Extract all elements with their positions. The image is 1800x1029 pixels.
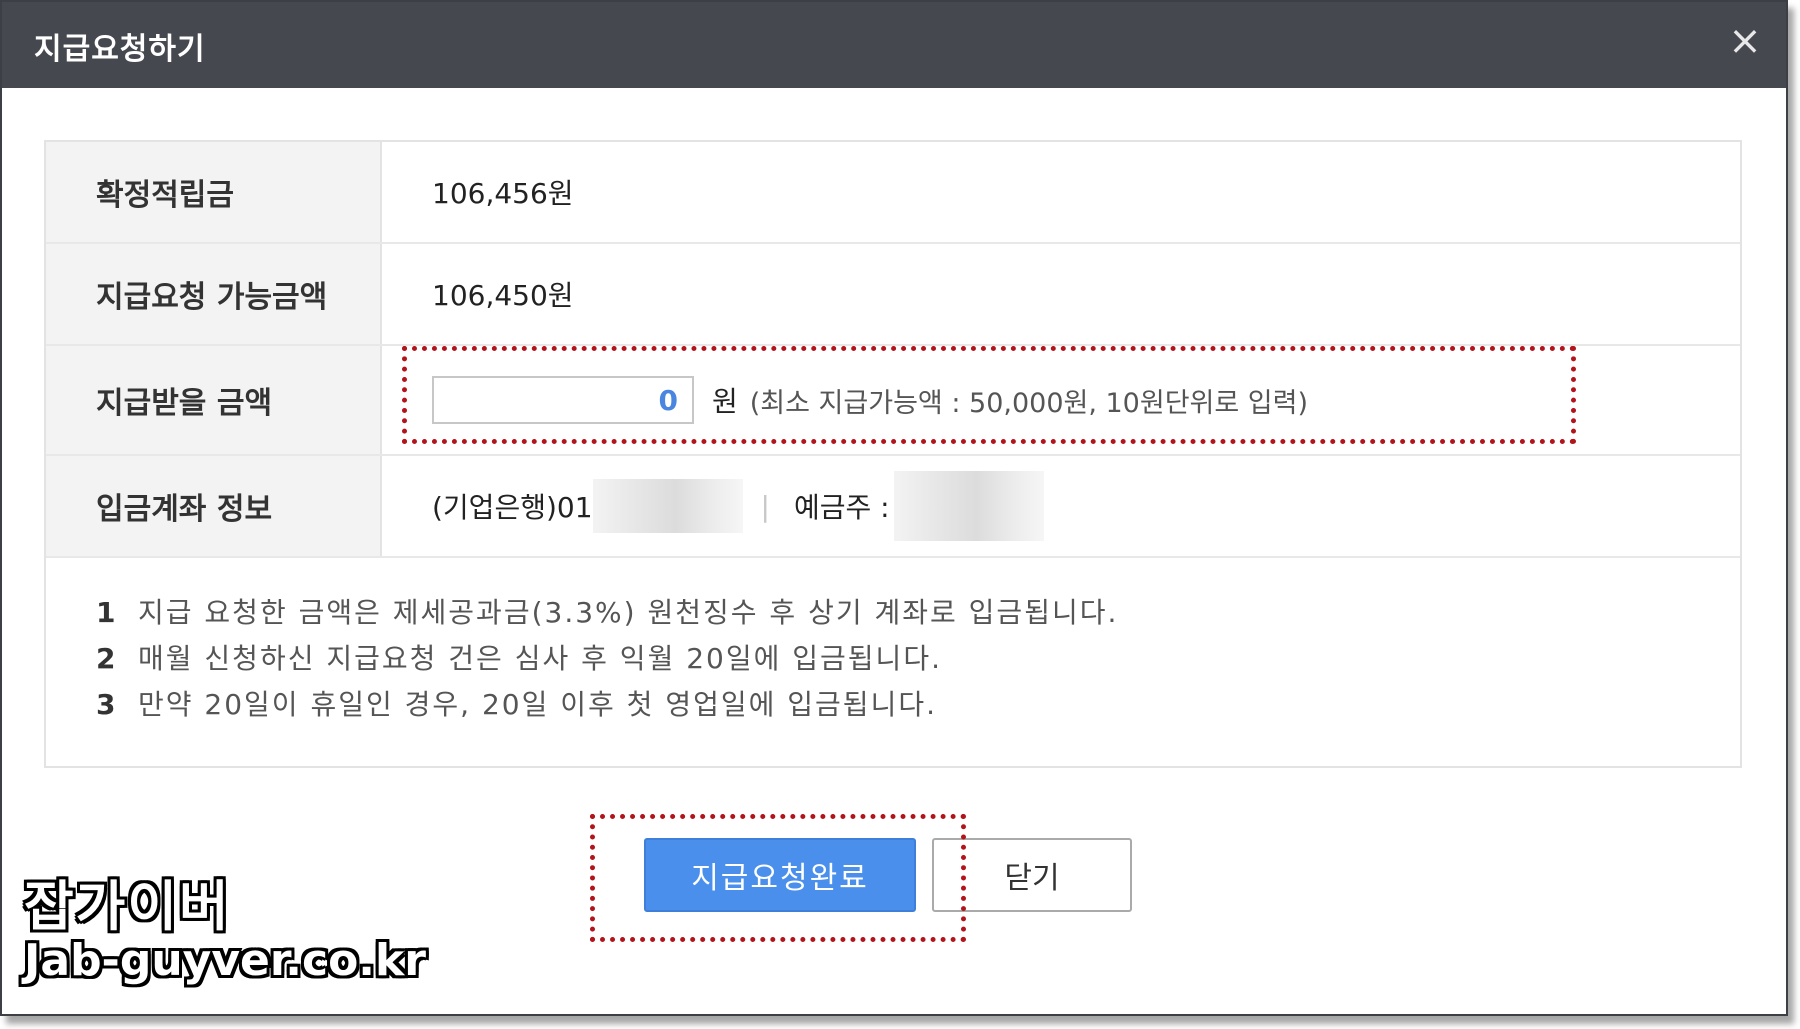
dialog-title: 지급요청하기 [34,32,206,67]
payout-info-table: 확정적립금 106,456원 지급요청 가능금액 106,450원 지급받을 금… [44,140,1742,768]
watermark-title: 잡가이버 [24,875,231,938]
available-amount-value: 106,450원 [432,279,574,312]
account-holder-label: 예금주 : [793,491,890,524]
row-label: 입금계좌 정보 [46,456,382,556]
deposit-account-cell: (기업은행)01 | 예금주 : [382,456,1740,556]
note-text: 지급 요청한 금액은 제세공과금(3.3%) 원천징수 후 상기 계좌로 입금됩… [138,596,1119,629]
row-label: 지급요청 가능금액 [46,244,382,344]
account-number-redacted [592,479,743,533]
amount-highlight-box [402,346,1576,444]
note-number: 3 [96,688,118,721]
bank-account-prefix: (기업은행)01 [432,491,593,524]
note-text: 만약 20일이 휴일인 경우, 20일 이후 첫 영업일에 입금됩니다. [138,688,937,721]
close-icon[interactable]: × [1722,18,1768,64]
table-row-available-amount: 지급요청 가능금액 106,450원 [46,244,1740,346]
submit-highlight-box [590,814,966,942]
row-label: 지급받을 금액 [46,346,382,454]
account-separator: | [760,489,770,523]
row-label: 확정적립금 [46,142,382,242]
payout-notes: 1 지급 요청한 금액은 제세공과금(3.3%) 원천징수 후 상기 계좌로 입금… [96,590,1118,728]
note-item: 3 만약 20일이 휴일인 경우, 20일 이후 첫 영업일에 입금됩니다. [96,682,1118,728]
confirmed-reward-value: 106,456원 [432,177,574,210]
dialog-titlebar: 지급요청하기 × [2,2,1786,88]
table-row-confirmed-reward: 확정적립금 106,456원 [46,142,1740,244]
payout-request-dialog: 지급요청하기 × 확정적립금 106,456원 지급요청 가능금액 106,45… [0,0,1788,1016]
watermark-url: Jab-guyver.co.kr [24,935,426,986]
table-row-deposit-account: 입금계좌 정보 (기업은행)01 | 예금주 : [46,456,1740,558]
note-text: 매월 신청하신 지급요청 건은 심사 후 익월 20일에 입금됩니다. [138,642,942,675]
note-item: 2 매월 신청하신 지급요청 건은 심사 후 익월 20일에 입금됩니다. [96,636,1118,682]
account-holder-redacted [893,471,1044,541]
note-number: 2 [96,642,118,675]
note-item: 1 지급 요청한 금액은 제세공과금(3.3%) 원천징수 후 상기 계좌로 입금… [96,590,1118,636]
note-number: 1 [96,596,118,629]
